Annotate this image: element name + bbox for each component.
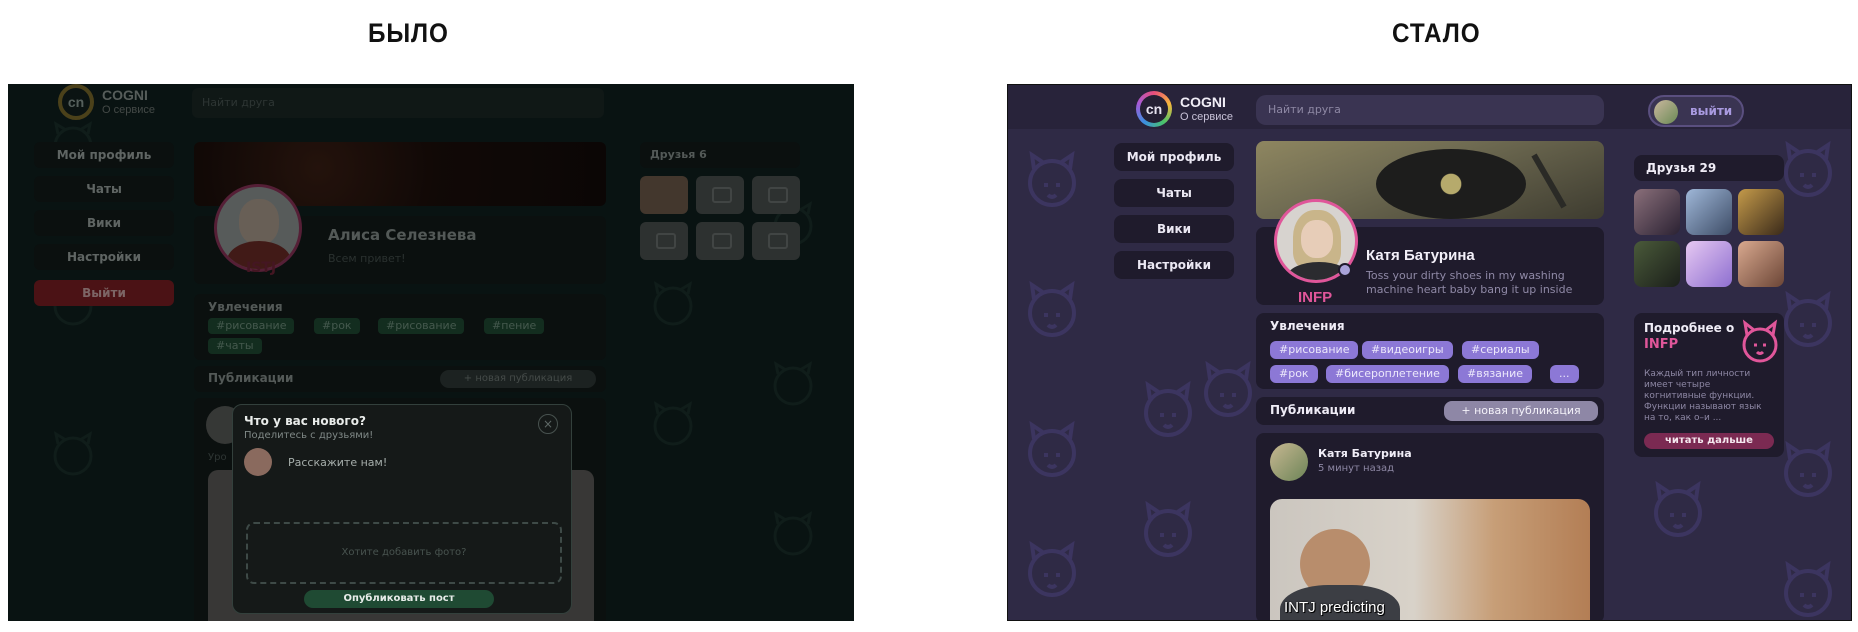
hobby-tag-more[interactable]: ... — [1550, 365, 1579, 383]
logo[interactable]: cn COGNI О сервисе — [1136, 91, 1233, 127]
hobby-tag[interactable]: #видеоигры — [1362, 341, 1453, 359]
friend-avatar[interactable] — [1634, 241, 1680, 287]
new-publication-button[interactable]: + новая публикация — [1444, 401, 1598, 421]
friend-avatar[interactable] — [1634, 189, 1680, 235]
post-image-caption: INTJ predicting — [1284, 599, 1385, 616]
hobby-tag[interactable]: #вязание — [1458, 365, 1533, 383]
profile-status: Toss your dirty shoes in my washing mach… — [1366, 269, 1573, 296]
search-input[interactable]: Найти друга — [1256, 95, 1604, 125]
friend-avatar[interactable] — [1738, 189, 1784, 235]
friend-avatar[interactable] — [1686, 241, 1732, 287]
hobbies-title: Увлечения — [1270, 319, 1345, 333]
profile-name: Катя Батурина — [1366, 247, 1475, 264]
post-text-input[interactable]: Расскажите нам! — [288, 456, 387, 469]
info-title: Подробнее о — [1644, 321, 1735, 335]
modal-title: Что у вас нового? — [244, 414, 366, 428]
logout-button[interactable]: выйти — [1648, 95, 1744, 127]
personality-type: INFP — [1298, 289, 1333, 306]
friends-title[interactable]: Друзья 29 — [1646, 161, 1716, 175]
close-icon[interactable]: × — [538, 414, 558, 434]
photo-drop-zone[interactable]: Хотите добавить фото? — [246, 522, 562, 584]
logo-mark: cn — [1136, 91, 1172, 127]
hobby-tag[interactable]: #рисование — [1270, 341, 1359, 359]
menu-item-chats[interactable]: Чаты — [1114, 179, 1234, 207]
menu-item-profile[interactable]: Мой профиль — [1114, 143, 1234, 171]
online-indicator — [1338, 263, 1352, 277]
info-text: Каждый тип личности имеет четыре когнити… — [1644, 369, 1762, 423]
post-author-avatar[interactable] — [1270, 443, 1308, 481]
publications-title: Публикации — [1270, 403, 1356, 417]
before-heading: БЫЛО — [368, 18, 449, 48]
modal-user-avatar — [244, 448, 272, 476]
friend-avatar[interactable] — [1686, 189, 1732, 235]
about-link[interactable]: О сервисе — [1180, 111, 1233, 124]
before-screenshot: cn COGNI О сервисе Найти друга Мой профи… — [8, 84, 854, 621]
menu-item-wiki[interactable]: Вики — [1114, 215, 1234, 243]
after-screenshot: cn COGNI О сервисе Найти друга выйти Мой… — [1007, 84, 1852, 621]
post-author[interactable]: Катя Батурина — [1318, 447, 1412, 460]
modal-subtitle: Поделитесь с друзьями! — [244, 430, 374, 441]
hobby-tag[interactable]: #рок — [1270, 365, 1318, 383]
hobby-tag[interactable]: #сериалы — [1462, 341, 1539, 359]
post-time: 5 минут назад — [1318, 463, 1395, 474]
user-avatar — [1654, 100, 1678, 124]
after-heading: СТАЛО — [1392, 18, 1481, 48]
hobby-tag[interactable]: #бисероплетение — [1326, 365, 1449, 383]
cat-icon — [1742, 319, 1778, 363]
friend-avatar[interactable] — [1738, 241, 1784, 287]
read-more-button[interactable]: читать дальше — [1644, 433, 1774, 449]
logout-label: выйти — [1690, 104, 1733, 118]
info-type: INFP — [1644, 337, 1679, 352]
publish-post-button[interactable]: Опубликовать пост — [304, 590, 494, 608]
menu-item-settings[interactable]: Настройки — [1114, 251, 1234, 279]
logo-name: COGNI — [1180, 94, 1226, 110]
